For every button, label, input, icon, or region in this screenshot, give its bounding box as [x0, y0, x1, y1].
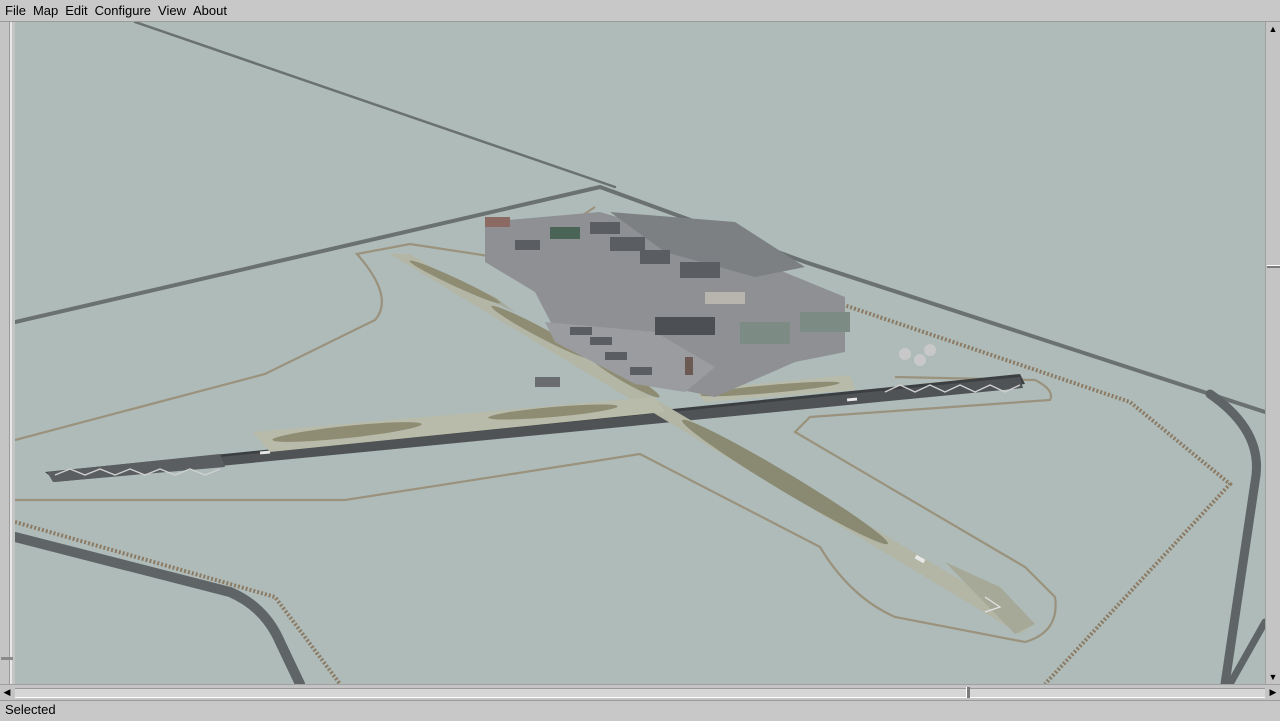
airport-3d-scene[interactable] [15, 22, 1265, 684]
terminal-green-1 [740, 322, 790, 344]
menu-file[interactable]: File [0, 1, 29, 21]
building-red [485, 217, 510, 227]
fuel-tank-1 [899, 348, 911, 360]
map-viewport[interactable] [15, 22, 1265, 684]
horizontal-scrollbar[interactable]: ◀ ▶ [0, 684, 1280, 700]
building-lower-1 [570, 327, 592, 335]
arrow-up-icon[interactable]: ▲ [1266, 22, 1280, 36]
hangar-5 [680, 262, 720, 278]
status-text: Selected [5, 702, 56, 717]
horizontal-scroll-thumb[interactable] [966, 687, 970, 698]
hangar-4 [640, 250, 670, 264]
building-roof-light [705, 292, 745, 304]
hangar-6 [515, 240, 540, 250]
left-ruler [0, 22, 15, 684]
status-bar: Selected [0, 700, 1280, 721]
terminal-building [655, 317, 715, 335]
vertical-scroll-thumb[interactable] [1267, 265, 1280, 268]
arrow-left-icon[interactable]: ◀ [0, 685, 14, 699]
building-lower-3 [605, 352, 627, 360]
terminal-green-2 [800, 312, 850, 332]
menu-view[interactable]: View [154, 1, 189, 21]
building-pad [535, 377, 560, 387]
menu-configure[interactable]: Configure [91, 1, 154, 21]
vertical-scrollbar[interactable]: ▲ ▼ [1265, 22, 1280, 684]
menu-about[interactable]: About [189, 1, 230, 21]
arrow-right-icon[interactable]: ▶ [1266, 685, 1280, 699]
menu-map[interactable]: Map [29, 1, 61, 21]
control-tower [685, 357, 693, 375]
ruler-marker [1, 657, 13, 660]
fuel-tank-3 [924, 344, 936, 356]
building-lower-2 [590, 337, 612, 345]
hangar-1 [550, 227, 580, 239]
hangar-3 [610, 237, 645, 251]
ruler-line [9, 22, 12, 684]
hangar-2 [590, 222, 620, 234]
menu-edit[interactable]: Edit [61, 1, 90, 21]
building-lower-4 [630, 367, 652, 375]
menu-bar: File Map Edit Configure View About [0, 0, 1280, 22]
fuel-tank-2 [914, 354, 926, 366]
horizontal-scroll-track[interactable] [15, 688, 1265, 698]
arrow-down-icon[interactable]: ▼ [1266, 670, 1280, 684]
